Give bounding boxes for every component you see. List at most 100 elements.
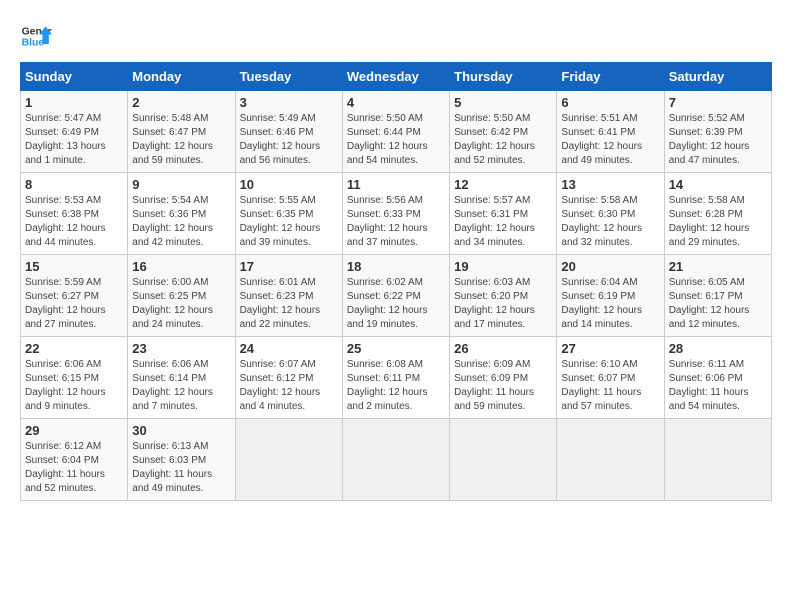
day-cell: 25Sunrise: 6:08 AM Sunset: 6:11 PM Dayli…: [342, 337, 449, 419]
day-header-tuesday: Tuesday: [235, 63, 342, 91]
day-cell: 4 Sunrise: 5:50 AM Sunset: 6:44 PM Daylig…: [342, 91, 449, 173]
day-cell: 13 Sunrise: 5:58 AM Sunset: 6:30 PM Dayli…: [557, 173, 664, 255]
day-info: Sunrise: 5:51 AM Sunset: 6:41 PM Dayligh…: [561, 112, 659, 168]
day-info: Sunrise: 6:06 AM Sunset: 6:15 PM Dayligh…: [25, 358, 123, 414]
day-cell: 17 Sunrise: 6:01 AM Sunset: 6:23 PM Dayli…: [235, 255, 342, 337]
day-info: Sunrise: 5:57 AM Sunset: 6:31 PM Dayligh…: [454, 194, 552, 250]
day-header-wednesday: Wednesday: [342, 63, 449, 91]
day-number: 7: [669, 95, 767, 110]
day-cell: 28 Sunrise: 6:11 AM Sunset: 6:06 PM Dayli…: [664, 337, 771, 419]
day-info: Sunrise: 6:02 AM Sunset: 6:22 PM Dayligh…: [347, 276, 445, 332]
day-cell: 23Sunrise: 6:06 AM Sunset: 6:14 PM Dayli…: [128, 337, 235, 419]
page-header: General Blue: [20, 20, 772, 52]
calendar-table: SundayMondayTuesdayWednesdayThursdayFrid…: [20, 62, 772, 501]
day-cell: 8 Sunrise: 5:53 AM Sunset: 6:38 PM Daylig…: [21, 173, 128, 255]
day-info: Sunrise: 5:54 AM Sunset: 6:36 PM Dayligh…: [132, 194, 230, 250]
day-info: Sunrise: 6:01 AM Sunset: 6:23 PM Dayligh…: [240, 276, 338, 332]
day-number: 19: [454, 259, 552, 274]
day-info: Sunrise: 5:49 AM Sunset: 6:46 PM Dayligh…: [240, 112, 338, 168]
day-cell: [664, 419, 771, 501]
day-cell: 14 Sunrise: 5:58 AM Sunset: 6:28 PM Dayli…: [664, 173, 771, 255]
day-number: 24: [240, 341, 338, 356]
day-info: Sunrise: 5:55 AM Sunset: 6:35 PM Dayligh…: [240, 194, 338, 250]
day-info: Sunrise: 5:50 AM Sunset: 6:42 PM Dayligh…: [454, 112, 552, 168]
day-info: Sunrise: 5:58 AM Sunset: 6:28 PM Dayligh…: [669, 194, 767, 250]
day-cell: 22 Sunrise: 6:06 AM Sunset: 6:15 PM Dayli…: [21, 337, 128, 419]
day-number: 13: [561, 177, 659, 192]
day-number: 21: [669, 259, 767, 274]
day-info: Sunrise: 6:07 AM Sunset: 6:12 PM Dayligh…: [240, 358, 338, 414]
week-row-1: 1Sunrise: 5:47 AM Sunset: 6:49 PM Daylig…: [21, 91, 772, 173]
day-cell: 9 Sunrise: 5:54 AM Sunset: 6:36 PM Daylig…: [128, 173, 235, 255]
day-number: 28: [669, 341, 767, 356]
day-cell: 7Sunrise: 5:52 AM Sunset: 6:39 PM Daylig…: [664, 91, 771, 173]
day-info: Sunrise: 5:50 AM Sunset: 6:44 PM Dayligh…: [347, 112, 445, 168]
day-number: 2: [132, 95, 230, 110]
day-cell: 2 Sunrise: 5:48 AM Sunset: 6:47 PM Daylig…: [128, 91, 235, 173]
day-info: Sunrise: 5:58 AM Sunset: 6:30 PM Dayligh…: [561, 194, 659, 250]
day-info: Sunrise: 6:05 AM Sunset: 6:17 PM Dayligh…: [669, 276, 767, 332]
day-cell: 1Sunrise: 5:47 AM Sunset: 6:49 PM Daylig…: [21, 91, 128, 173]
day-info: Sunrise: 6:12 AM Sunset: 6:04 PM Dayligh…: [25, 440, 123, 496]
day-header-thursday: Thursday: [450, 63, 557, 91]
day-cell: 10 Sunrise: 5:55 AM Sunset: 6:35 PM Dayli…: [235, 173, 342, 255]
day-cell: 15 Sunrise: 5:59 AM Sunset: 6:27 PM Dayli…: [21, 255, 128, 337]
day-cell: 30 Sunrise: 6:13 AM Sunset: 6:03 PM Dayli…: [128, 419, 235, 501]
day-cell: 5 Sunrise: 5:50 AM Sunset: 6:42 PM Daylig…: [450, 91, 557, 173]
day-cell: [450, 419, 557, 501]
day-cell: 6 Sunrise: 5:51 AM Sunset: 6:41 PM Daylig…: [557, 91, 664, 173]
day-number: 8: [25, 177, 123, 192]
day-header-saturday: Saturday: [664, 63, 771, 91]
day-number: 11: [347, 177, 445, 192]
day-info: Sunrise: 5:59 AM Sunset: 6:27 PM Dayligh…: [25, 276, 123, 332]
day-number: 15: [25, 259, 123, 274]
week-row-2: 8 Sunrise: 5:53 AM Sunset: 6:38 PM Daylig…: [21, 173, 772, 255]
day-number: 27: [561, 341, 659, 356]
day-info: Sunrise: 6:00 AM Sunset: 6:25 PM Dayligh…: [132, 276, 230, 332]
day-info: Sunrise: 5:48 AM Sunset: 6:47 PM Dayligh…: [132, 112, 230, 168]
day-info: Sunrise: 6:04 AM Sunset: 6:19 PM Dayligh…: [561, 276, 659, 332]
day-number: 10: [240, 177, 338, 192]
logo: General Blue: [20, 20, 52, 52]
day-number: 22: [25, 341, 123, 356]
day-number: 25: [347, 341, 445, 356]
week-row-3: 15 Sunrise: 5:59 AM Sunset: 6:27 PM Dayli…: [21, 255, 772, 337]
day-number: 4: [347, 95, 445, 110]
day-info: Sunrise: 6:10 AM Sunset: 6:07 PM Dayligh…: [561, 358, 659, 414]
day-number: 30: [132, 423, 230, 438]
day-number: 3: [240, 95, 338, 110]
day-number: 14: [669, 177, 767, 192]
day-cell: 12 Sunrise: 5:57 AM Sunset: 6:31 PM Dayli…: [450, 173, 557, 255]
header-row: SundayMondayTuesdayWednesdayThursdayFrid…: [21, 63, 772, 91]
week-row-4: 22 Sunrise: 6:06 AM Sunset: 6:15 PM Dayli…: [21, 337, 772, 419]
day-info: Sunrise: 6:11 AM Sunset: 6:06 PM Dayligh…: [669, 358, 767, 414]
day-cell: 26Sunrise: 6:09 AM Sunset: 6:09 PM Dayli…: [450, 337, 557, 419]
day-info: Sunrise: 6:06 AM Sunset: 6:14 PM Dayligh…: [132, 358, 230, 414]
day-cell: 21 Sunrise: 6:05 AM Sunset: 6:17 PM Dayli…: [664, 255, 771, 337]
day-cell: 27 Sunrise: 6:10 AM Sunset: 6:07 PM Dayli…: [557, 337, 664, 419]
day-info: Sunrise: 6:09 AM Sunset: 6:09 PM Dayligh…: [454, 358, 552, 414]
day-cell: 29 Sunrise: 6:12 AM Sunset: 6:04 PM Dayli…: [21, 419, 128, 501]
day-cell: [342, 419, 449, 501]
day-cell: 3 Sunrise: 5:49 AM Sunset: 6:46 PM Daylig…: [235, 91, 342, 173]
day-cell: 19 Sunrise: 6:03 AM Sunset: 6:20 PM Dayli…: [450, 255, 557, 337]
day-cell: 20Sunrise: 6:04 AM Sunset: 6:19 PM Dayli…: [557, 255, 664, 337]
day-number: 29: [25, 423, 123, 438]
day-cell: 18Sunrise: 6:02 AM Sunset: 6:22 PM Dayli…: [342, 255, 449, 337]
day-cell: 16 Sunrise: 6:00 AM Sunset: 6:25 PM Dayli…: [128, 255, 235, 337]
day-number: 17: [240, 259, 338, 274]
day-number: 6: [561, 95, 659, 110]
day-number: 5: [454, 95, 552, 110]
day-number: 12: [454, 177, 552, 192]
day-info: Sunrise: 5:56 AM Sunset: 6:33 PM Dayligh…: [347, 194, 445, 250]
day-header-sunday: Sunday: [21, 63, 128, 91]
logo-icon: General Blue: [20, 20, 52, 52]
day-number: 16: [132, 259, 230, 274]
day-info: Sunrise: 5:53 AM Sunset: 6:38 PM Dayligh…: [25, 194, 123, 250]
day-info: Sunrise: 6:03 AM Sunset: 6:20 PM Dayligh…: [454, 276, 552, 332]
week-row-5: 29 Sunrise: 6:12 AM Sunset: 6:04 PM Dayli…: [21, 419, 772, 501]
day-info: Sunrise: 6:13 AM Sunset: 6:03 PM Dayligh…: [132, 440, 230, 496]
day-number: 9: [132, 177, 230, 192]
day-info: Sunrise: 5:47 AM Sunset: 6:49 PM Dayligh…: [25, 112, 123, 168]
day-cell: [557, 419, 664, 501]
